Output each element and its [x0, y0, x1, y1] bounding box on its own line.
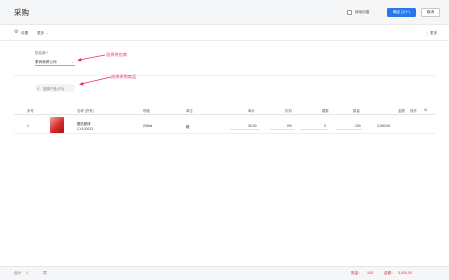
- items-label: 项: [43, 271, 47, 275]
- discount-input-underline: [270, 129, 294, 130]
- page-header: [0, 0, 449, 25]
- row-index: 1: [27, 124, 29, 128]
- col-qty: 数量: [353, 108, 360, 113]
- col-unit: 单位: [186, 108, 193, 113]
- total-label: 合计: [14, 271, 22, 275]
- chevron-down-icon[interactable]: ⌄: [71, 60, 74, 64]
- more-vertical-icon[interactable]: ⋮: [425, 31, 429, 36]
- gift-input-underline: [300, 129, 328, 130]
- qty-input[interactable]: 100: [355, 124, 361, 128]
- toolbar: [0, 25, 449, 41]
- qty-input-underline: [336, 129, 362, 130]
- price-input[interactable]: 30.00: [248, 124, 257, 128]
- more-dropdown[interactable]: 更多: [37, 31, 44, 36]
- chevron-down-icon[interactable]: ⌄: [46, 31, 49, 35]
- summary-footer: [0, 266, 449, 280]
- col-index: 序号: [27, 108, 34, 113]
- annotation-arrow-icon: [79, 76, 112, 86]
- total-count: 1: [26, 271, 28, 275]
- qty-total-label: 数量：: [351, 271, 362, 275]
- col-price: 单价: [248, 108, 255, 113]
- supplier-annotation: 选择供应商: [106, 52, 127, 57]
- page-title: 采购: [14, 8, 29, 17]
- product-search-placeholder[interactable]: 选择产品 (F3): [43, 86, 64, 91]
- col-name: 名称 (货号): [77, 108, 94, 113]
- amount-total-label: 金额：: [384, 271, 395, 275]
- cancel-button[interactable]: 取消: [421, 8, 440, 17]
- amount-value: 3,000.00: [377, 124, 391, 128]
- price-input-underline: [230, 129, 260, 130]
- confirm-button[interactable]: 确定 (⌘↵): [387, 8, 416, 17]
- discount-input[interactable]: 0%: [287, 124, 292, 128]
- col-gift: 赠数: [322, 108, 329, 113]
- col-spec: 规格: [143, 108, 150, 113]
- qty-total-value: 100: [367, 271, 373, 275]
- gear-icon[interactable]: ⚙: [14, 30, 18, 35]
- supplier-label: 供应商 *: [35, 51, 49, 55]
- product-unit[interactable]: 箱: [186, 124, 189, 129]
- search-icon: ⌕: [37, 85, 40, 91]
- column-settings-icon[interactable]: ⚙: [424, 108, 427, 112]
- col-amount: 金额: [398, 108, 405, 113]
- col-discount: 折扣: [285, 108, 292, 113]
- continue-create-checkbox[interactable]: [347, 10, 352, 15]
- annotation-arrow-icon: [77, 54, 106, 62]
- gift-input[interactable]: 0: [324, 124, 326, 128]
- amount-total-value: 3,000.00: [398, 271, 412, 275]
- right-more-button[interactable]: 更多: [430, 31, 437, 36]
- settings-button[interactable]: 设置: [21, 31, 28, 36]
- continue-create-label[interactable]: 继续创建: [355, 10, 369, 15]
- product-annotation: 选择采购商品: [111, 74, 137, 79]
- product-spec: 200ml: [143, 124, 153, 128]
- supplier-value[interactable]: 泰尚商贸公司: [35, 60, 57, 65]
- product-name: 酸奶团球: [77, 122, 91, 126]
- product-code: CX100033: [77, 126, 94, 131]
- product-thumbnail: [50, 117, 64, 133]
- col-actions: 操作: [410, 108, 417, 113]
